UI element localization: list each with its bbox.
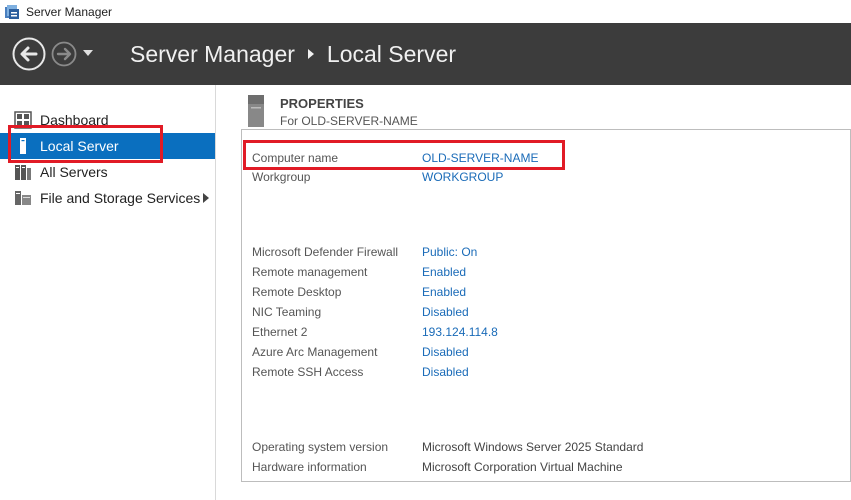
- sidebar-item-dashboard[interactable]: Dashboard: [0, 107, 215, 133]
- ethernet-link[interactable]: 193.124.114.8: [422, 325, 498, 339]
- remote-management-label: Remote management: [252, 265, 368, 279]
- app-header: Server Manager Local Server: [0, 23, 851, 85]
- back-arrow-icon[interactable]: [12, 37, 46, 71]
- remote-desktop-link[interactable]: Enabled: [422, 285, 466, 299]
- window-title: Server Manager: [26, 4, 113, 19]
- os-version-value: Microsoft Windows Server 2025 Standard: [422, 440, 644, 454]
- breadcrumb-root[interactable]: Server Manager: [130, 41, 295, 68]
- nic-teaming-link[interactable]: Disabled: [422, 305, 469, 319]
- sidebar-item-file-storage[interactable]: File and Storage Services: [0, 185, 215, 211]
- workgroup-link[interactable]: WORKGROUP: [422, 170, 503, 184]
- breadcrumb-separator-icon: [307, 49, 314, 59]
- local-server-icon: [20, 138, 26, 154]
- remote-desktop-label: Remote Desktop: [252, 285, 342, 299]
- breadcrumb: Server Manager Local Server: [130, 39, 456, 69]
- workgroup-label: Workgroup: [252, 170, 311, 184]
- firewall-label: Microsoft Defender Firewall: [252, 245, 399, 259]
- window-titlebar: Server Manager: [0, 0, 851, 23]
- azure-arc-label: Azure Arc Management: [252, 345, 378, 359]
- server-tower-icon: [248, 95, 264, 127]
- firewall-link[interactable]: Public: On: [422, 245, 477, 259]
- remote-management-link[interactable]: Enabled: [422, 265, 466, 279]
- breadcrumb-current: Local Server: [326, 40, 457, 67]
- sidebar-item-label: File and Storage Services: [40, 190, 201, 206]
- remote-ssh-label: Remote SSH Access: [252, 365, 364, 379]
- forward-arrow-icon[interactable]: [51, 41, 77, 67]
- chevron-right-icon[interactable]: [202, 193, 210, 203]
- ethernet-label: Ethernet 2: [252, 325, 308, 339]
- file-storage-icon: [15, 191, 31, 205]
- sidebar-item-label: Dashboard: [40, 112, 109, 128]
- nic-teaming-label: NIC Teaming: [252, 305, 322, 319]
- sidebar-item-all-servers[interactable]: All Servers: [0, 159, 215, 185]
- sidebar-item-local-server[interactable]: Local Server: [0, 133, 215, 159]
- computer-name-label: Computer name: [252, 151, 339, 165]
- os-version-label: Operating system version: [252, 440, 389, 454]
- dashboard-grid-icon: [14, 111, 32, 129]
- remote-ssh-link[interactable]: Disabled: [422, 365, 469, 379]
- properties-panel: [241, 129, 851, 482]
- history-dropdown-icon[interactable]: [82, 47, 94, 59]
- azure-arc-link[interactable]: Disabled: [422, 345, 469, 359]
- sidebar-item-label: Local Server: [40, 138, 119, 154]
- hardware-info-value: Microsoft Corporation Virtual Machine: [422, 460, 623, 474]
- server-manager-icon: [5, 4, 19, 19]
- properties-title: PROPERTIES: [280, 96, 364, 111]
- all-servers-icon: [15, 165, 31, 180]
- hardware-info-label: Hardware information: [252, 460, 367, 474]
- computer-name-link[interactable]: OLD-SERVER-NAME: [422, 151, 538, 165]
- sidebar-item-label: All Servers: [40, 164, 108, 180]
- properties-subtitle: For OLD-SERVER-NAME: [280, 114, 418, 128]
- sidebar: Dashboard Local Server All Servers File …: [0, 85, 216, 500]
